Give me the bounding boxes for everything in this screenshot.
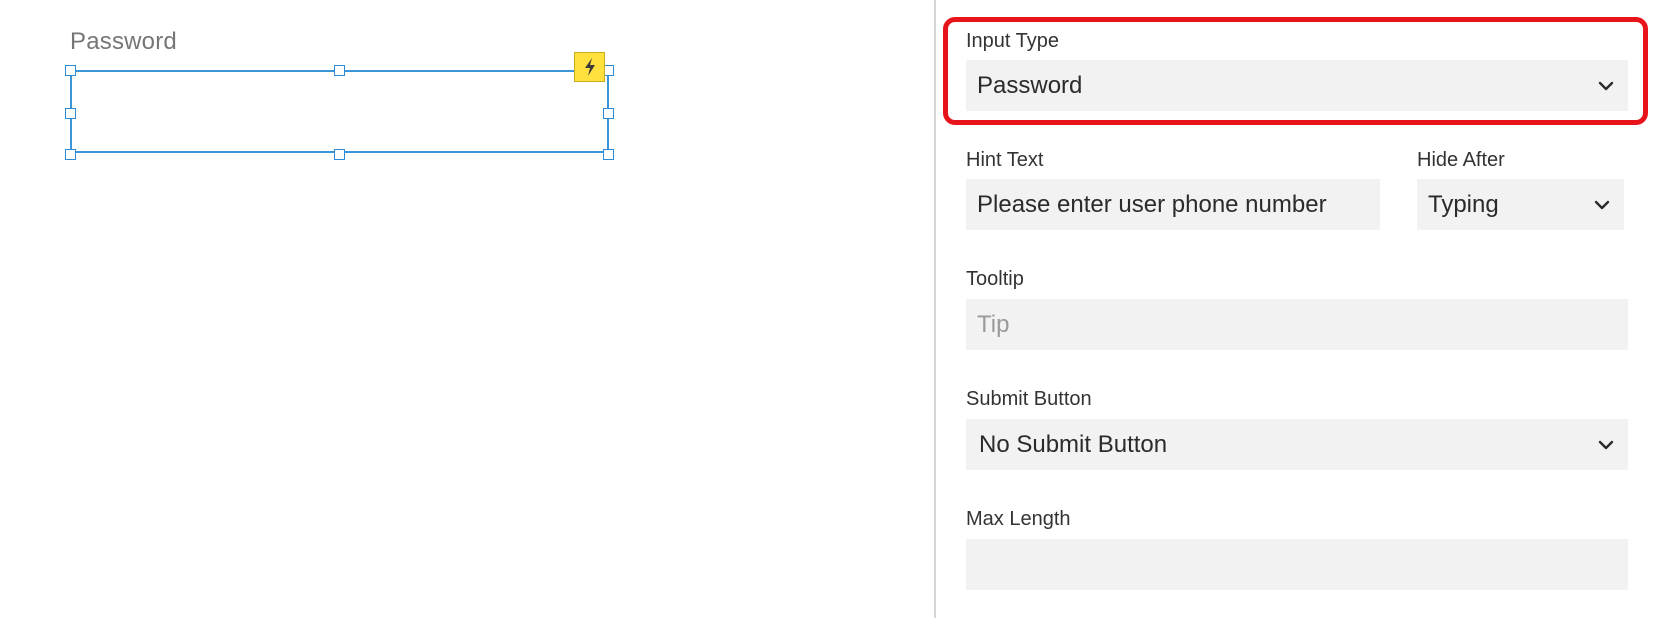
tooltip-label: Tooltip [966,268,1024,290]
resize-handle-top-center[interactable] [334,65,345,76]
highlight-annotation [943,17,1648,125]
resize-handle-middle-left[interactable] [65,108,76,119]
resize-handle-bottom-right[interactable] [603,149,614,160]
hide-after-select[interactable]: Typing [1417,179,1624,230]
resize-handle-bottom-center[interactable] [334,149,345,160]
hint-text-value: Please enter user phone number [977,190,1327,218]
submit-button-select[interactable]: No Submit Button [966,419,1628,470]
resize-handle-middle-right[interactable] [603,108,614,119]
tooltip-placeholder: Tip [977,310,1010,338]
resize-handle-bottom-left[interactable] [65,149,76,160]
design-canvas[interactable]: Password [0,0,933,618]
hide-after-value: Typing [1428,190,1499,218]
lightning-bolt-icon[interactable] [574,52,605,82]
hint-text-input[interactable]: Please enter user phone number [966,179,1380,230]
tooltip-input[interactable]: Tip [966,299,1628,350]
hint-text-label: Hint Text [966,149,1044,171]
hide-after-label: Hide After [1417,149,1505,171]
submit-button-value: No Submit Button [979,430,1168,458]
max-length-label: Max Length [966,508,1071,530]
submit-button-label: Submit Button [966,388,1092,410]
chevron-down-icon [1598,437,1614,453]
password-input-widget[interactable] [70,70,609,153]
chevron-down-icon [1594,197,1610,213]
widget-label: Password [70,28,177,55]
resize-handle-top-left[interactable] [65,65,76,76]
max-length-input[interactable] [966,539,1628,590]
